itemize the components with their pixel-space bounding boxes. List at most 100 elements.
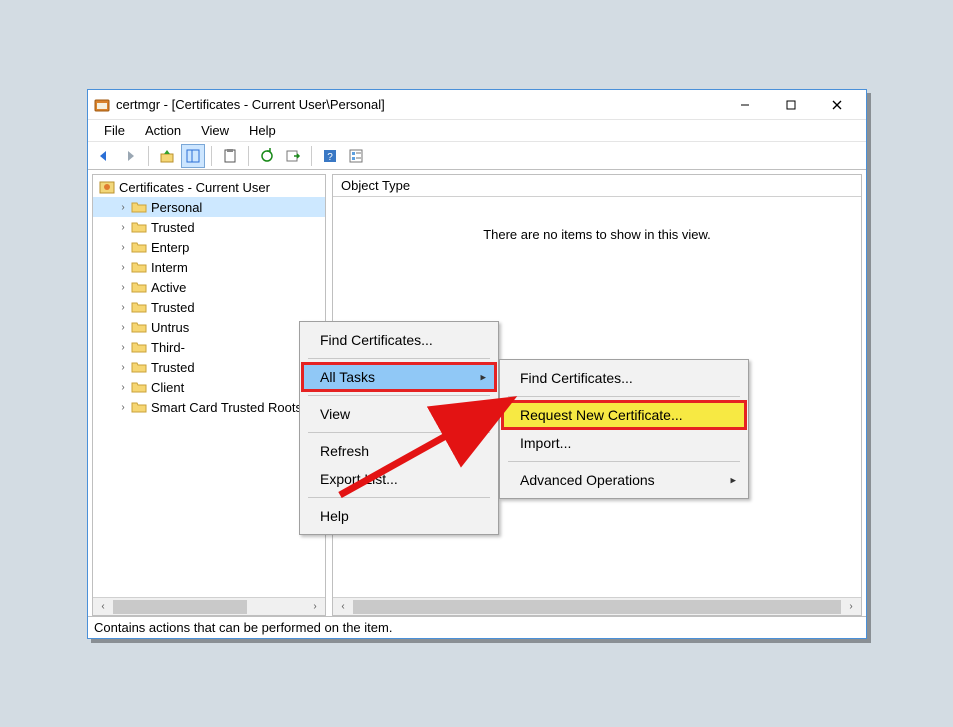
toolbar-separator	[148, 146, 149, 166]
list-empty-message: There are no items to show in this view.	[483, 227, 711, 242]
context-menu-label: All Tasks	[320, 369, 375, 385]
toolbar-up-button[interactable]	[155, 144, 179, 168]
submenu-request-new-certificate[interactable]: Request New Certificate...	[502, 401, 746, 429]
submenu-label: Advanced Operations	[520, 472, 655, 488]
menu-view[interactable]: View	[193, 121, 237, 140]
folder-icon	[131, 399, 147, 415]
folder-icon	[131, 199, 147, 215]
tree-root[interactable]: Certificates - Current User	[93, 177, 325, 197]
context-menu-label: Refresh	[320, 443, 369, 459]
context-menu-separator	[308, 395, 490, 396]
tree-expand-icon[interactable]: ›	[115, 279, 131, 295]
toolbar-back-button[interactable]	[92, 144, 116, 168]
submenu-label: Request New Certificate...	[520, 407, 683, 423]
svg-text:?: ?	[327, 152, 333, 163]
scroll-left-icon[interactable]: ‹	[95, 599, 111, 615]
submenu-arrow-icon: ▸	[480, 408, 486, 421]
context-menu-refresh[interactable]: Refresh	[302, 437, 496, 465]
scroll-right-icon[interactable]: ›	[843, 599, 859, 615]
menu-file[interactable]: File	[96, 121, 133, 140]
menu-help[interactable]: Help	[241, 121, 284, 140]
statusbar: Contains actions that can be performed o…	[88, 616, 866, 638]
context-menu-label: View	[320, 406, 350, 422]
context-menu-separator	[508, 396, 740, 397]
tree-expand-icon[interactable]: ›	[115, 379, 131, 395]
toolbar-forward-button[interactable]	[118, 144, 142, 168]
tree-item-personal[interactable]: › Personal	[93, 197, 325, 217]
context-menu-separator	[308, 432, 490, 433]
context-menu-view[interactable]: View ▸	[302, 400, 496, 428]
folder-icon	[131, 259, 147, 275]
tree-item[interactable]: › Smart Card Trusted Roots	[93, 397, 325, 417]
submenu-advanced-operations[interactable]: Advanced Operations ▸	[502, 466, 746, 494]
tree-expand-icon[interactable]: ›	[115, 319, 131, 335]
certificate-store-icon	[99, 179, 115, 195]
tree-horizontal-scrollbar[interactable]: ‹ ›	[93, 597, 325, 615]
context-menu-separator	[308, 497, 490, 498]
context-menu-separator	[508, 461, 740, 462]
list-column-header[interactable]: Object Type	[333, 175, 861, 197]
tree-item[interactable]: › Interm	[93, 257, 325, 277]
context-menu: Find Certificates... All Tasks ▸ View ▸ …	[299, 321, 499, 535]
tree-item[interactable]: › Trusted	[93, 297, 325, 317]
submenu-arrow-icon: ▸	[730, 474, 736, 487]
close-button[interactable]	[814, 91, 860, 119]
scroll-left-icon[interactable]: ‹	[335, 599, 351, 615]
tree-expand-icon[interactable]: ›	[115, 199, 131, 215]
tree-expand-icon[interactable]: ›	[115, 399, 131, 415]
tree-expand-icon[interactable]: ›	[115, 359, 131, 375]
app-icon	[94, 97, 110, 113]
tree-item[interactable]: › Third-	[93, 337, 325, 357]
tree-item[interactable]: › Trusted	[93, 357, 325, 377]
tree-item[interactable]: › Active	[93, 277, 325, 297]
tree-item-label: Untrus	[151, 320, 189, 335]
context-menu-all-tasks[interactable]: All Tasks ▸	[302, 363, 496, 391]
scroll-track[interactable]	[113, 600, 305, 614]
toolbar-help-button[interactable]: ?	[318, 144, 342, 168]
toolbar-refresh-button[interactable]	[255, 144, 279, 168]
toolbar-objects-button[interactable]	[344, 144, 368, 168]
tree-expand-icon[interactable]: ›	[115, 259, 131, 275]
tree-item[interactable]: › Enterp	[93, 237, 325, 257]
tree-item[interactable]: › Client	[93, 377, 325, 397]
tree-item[interactable]: › Untrus	[93, 317, 325, 337]
window-title: certmgr - [Certificates - Current User\P…	[116, 97, 722, 112]
context-menu-separator	[308, 358, 490, 359]
toolbar-clipboard-button[interactable]	[218, 144, 242, 168]
submenu-find-certificates[interactable]: Find Certificates...	[502, 364, 746, 392]
list-column-label: Object Type	[341, 178, 410, 193]
tree-item-label: Personal	[151, 200, 202, 215]
minimize-button[interactable]	[722, 91, 768, 119]
folder-icon	[131, 219, 147, 235]
tree-item-label: Trusted	[151, 220, 195, 235]
tree-item-label: Enterp	[151, 240, 189, 255]
scroll-right-icon[interactable]: ›	[307, 599, 323, 615]
folder-icon	[131, 299, 147, 315]
status-text: Contains actions that can be performed o…	[94, 620, 392, 635]
context-menu-export-list[interactable]: Export List...	[302, 465, 496, 493]
context-menu-label: Find Certificates...	[320, 332, 433, 348]
folder-icon	[131, 359, 147, 375]
context-menu-help[interactable]: Help	[302, 502, 496, 530]
toolbar-separator	[311, 146, 312, 166]
submenu-import[interactable]: Import...	[502, 429, 746, 457]
toolbar-separator	[248, 146, 249, 166]
toolbar-export-button[interactable]	[281, 144, 305, 168]
context-menu-label: Export List...	[320, 471, 398, 487]
tree-expand-icon[interactable]: ›	[115, 299, 131, 315]
tree-item-label: Smart Card Trusted Roots	[151, 400, 302, 415]
context-menu-find-certificates[interactable]: Find Certificates...	[302, 326, 496, 354]
list-horizontal-scrollbar[interactable]: ‹ ›	[333, 597, 861, 615]
tree-item[interactable]: › Trusted	[93, 217, 325, 237]
scroll-track[interactable]	[353, 600, 841, 614]
folder-icon	[131, 339, 147, 355]
maximize-button[interactable]	[768, 91, 814, 119]
menu-action[interactable]: Action	[137, 121, 189, 140]
tree-expand-icon[interactable]: ›	[115, 219, 131, 235]
tree-item-label: Third-	[151, 340, 185, 355]
tree-body: Certificates - Current User › Personal ›…	[93, 175, 325, 597]
tree-expand-icon[interactable]: ›	[115, 239, 131, 255]
toolbar-show-pane-button[interactable]	[181, 144, 205, 168]
context-menu-label: Help	[320, 508, 349, 524]
tree-expand-icon[interactable]: ›	[115, 339, 131, 355]
